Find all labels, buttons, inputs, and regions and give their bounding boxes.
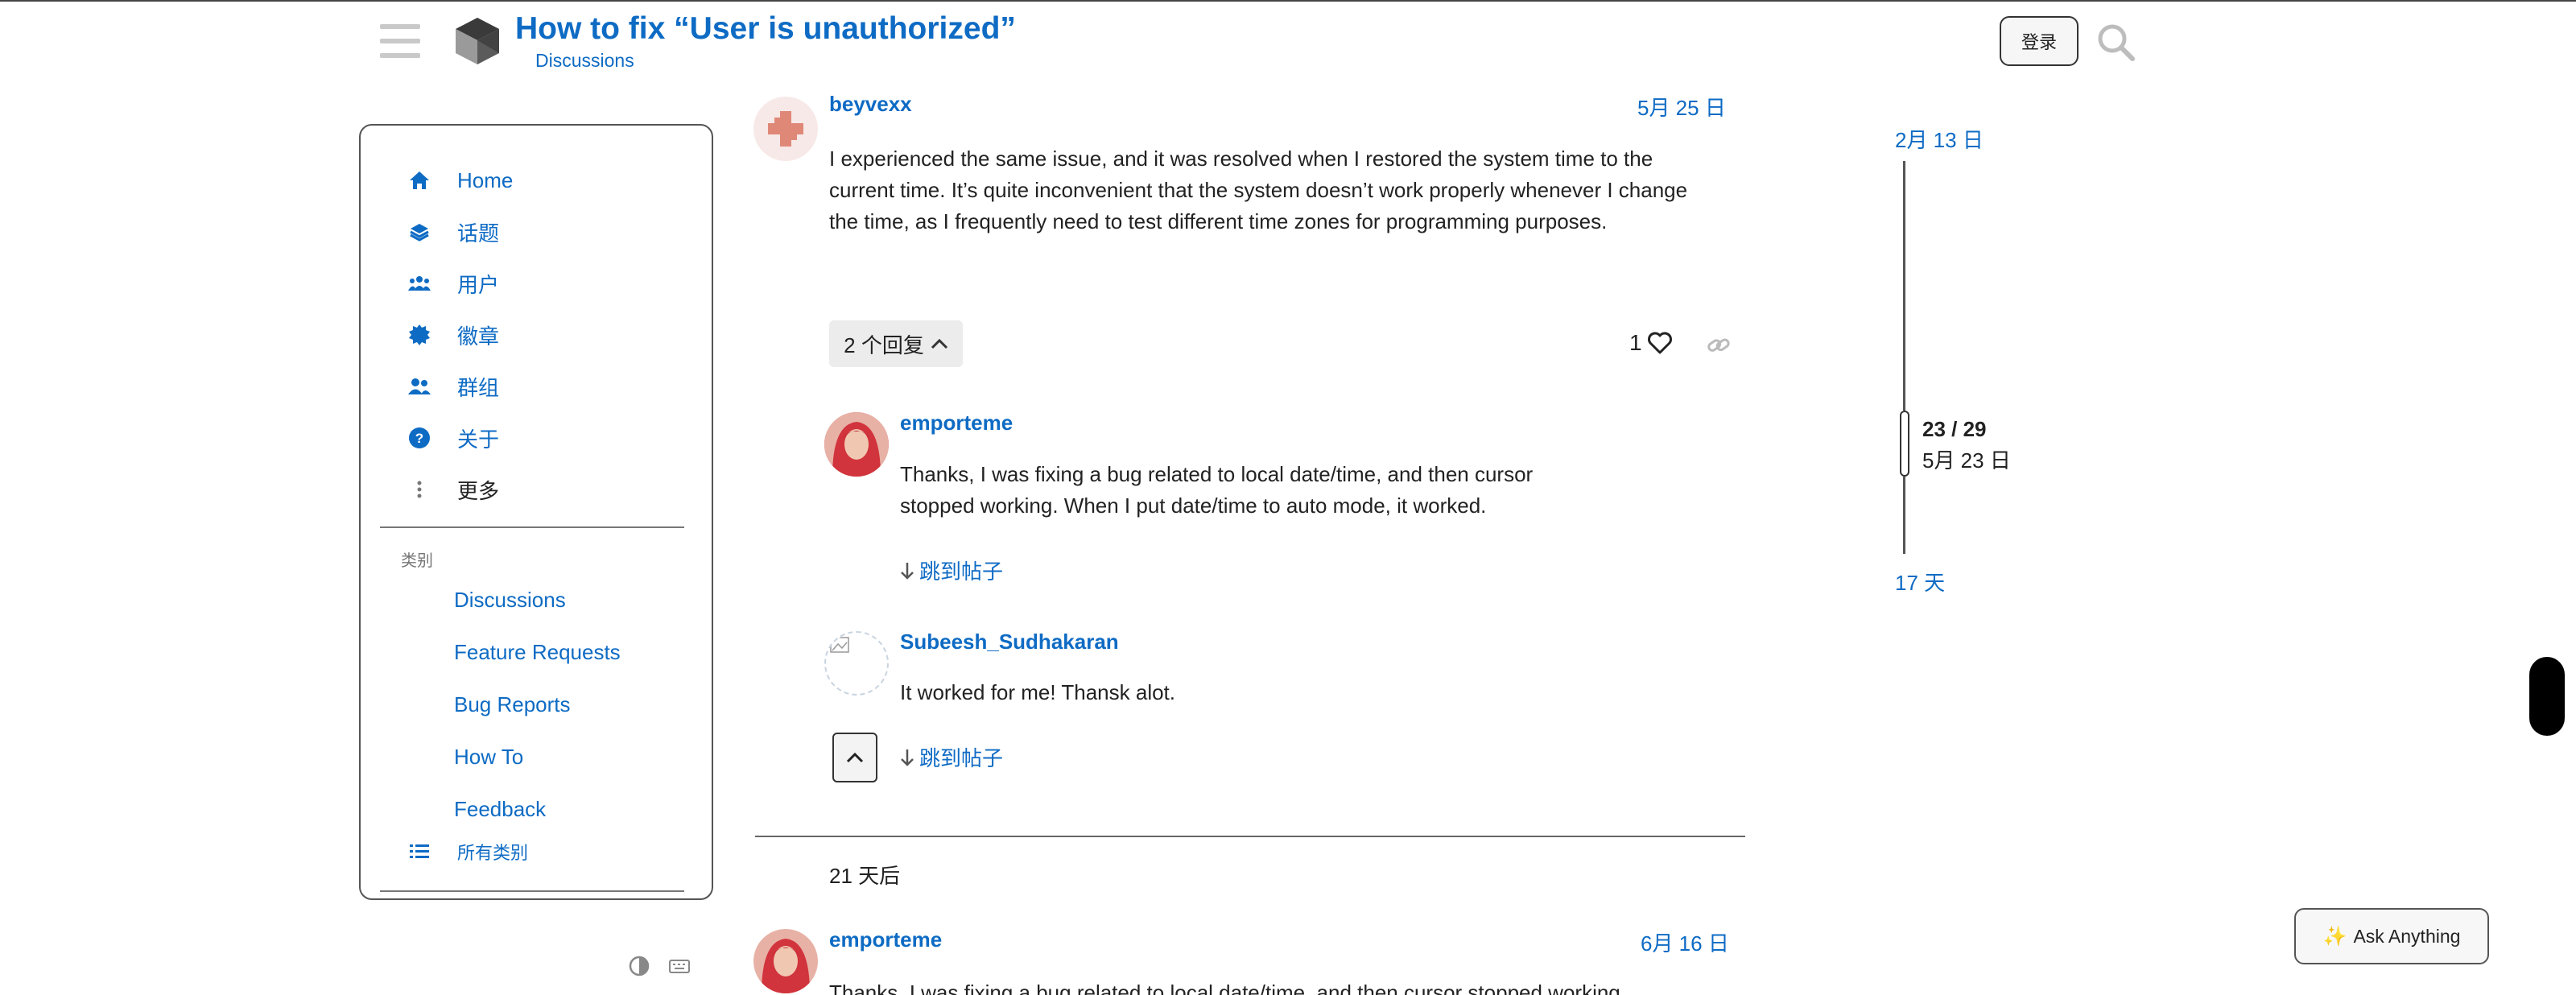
time-gap-divider xyxy=(755,836,1745,837)
timeline-start-date[interactable]: 2月 13 日 xyxy=(1895,124,1984,154)
home-icon xyxy=(407,168,431,192)
sidebar-item-label: 关于 xyxy=(457,427,500,452)
sidebar-item-label: 更多 xyxy=(457,478,500,503)
share-link-icon[interactable] xyxy=(1705,332,1732,359)
list-icon xyxy=(407,840,431,864)
timeline-position: 23 / 29 xyxy=(1922,417,1987,441)
more-vertical-icon xyxy=(407,477,431,502)
reply-body: It worked for me! Thansk alot. xyxy=(900,680,1175,704)
jump-to-post-link[interactable]: 跳到帖子 xyxy=(900,555,1003,585)
ask-anything-button[interactable]: ✨ Ask Anything xyxy=(2294,908,2489,964)
badge-icon xyxy=(407,323,431,347)
scrollbar-thumb[interactable] xyxy=(2529,657,2565,736)
category-discussions[interactable]: Discussions xyxy=(454,588,566,613)
reply-username[interactable]: emporteme xyxy=(900,411,1013,436)
post-body: Thanks, I was fixing a bug related to lo… xyxy=(829,981,1620,995)
time-gap-label: 21 天后 xyxy=(829,864,901,888)
keyboard-shortcuts-icon[interactable] xyxy=(668,955,691,977)
site-logo[interactable] xyxy=(451,14,504,68)
jump-to-post-link[interactable]: 跳到帖子 xyxy=(900,742,1003,772)
avatar[interactable] xyxy=(824,412,889,477)
post-date[interactable]: 6月 16 日 xyxy=(1641,927,1729,957)
post-date[interactable]: 5月 25 日 xyxy=(1637,92,1726,122)
sidebar-item-all-categories[interactable]: 所有类别 xyxy=(407,834,528,869)
jump-label: 跳到帖子 xyxy=(919,746,1004,770)
chevron-up-icon xyxy=(846,752,864,763)
jump-label: 跳到帖子 xyxy=(919,559,1004,584)
sidebar-item-home[interactable]: Home xyxy=(407,163,513,198)
avatar[interactable] xyxy=(824,631,889,696)
timeline-track xyxy=(1903,161,1905,411)
sidebar-item-users[interactable]: 用户 xyxy=(407,266,499,301)
sidebar: Home 话题 用户 徽章 群组 ? 关于 更多 类别 Discussions … xyxy=(359,124,713,900)
avatar[interactable] xyxy=(753,929,818,993)
sidebar-item-label: Home xyxy=(457,167,514,192)
chevron-up-icon xyxy=(931,338,947,349)
timeline-handle[interactable] xyxy=(1900,411,1909,477)
sidebar-item-about[interactable]: ? 关于 xyxy=(407,420,499,456)
sparkle-icon: ✨ xyxy=(2322,925,2347,948)
users-icon xyxy=(407,271,431,295)
sidebar-item-label: 所有类别 xyxy=(457,843,529,863)
reply-username[interactable]: Subeesh_Sudhakaran xyxy=(900,630,1119,654)
sidebar-item-label: 徽章 xyxy=(457,324,500,349)
category-feedback[interactable]: Feedback xyxy=(454,797,546,822)
like-count: 1 xyxy=(1629,330,1642,355)
post-username[interactable]: emporteme xyxy=(829,927,942,952)
sidebar-item-topics[interactable]: 话题 xyxy=(407,214,499,250)
post-username[interactable]: beyvexx xyxy=(829,92,912,117)
sidebar-divider xyxy=(380,526,684,528)
login-button[interactable]: 登录 xyxy=(2000,16,2079,66)
top-border xyxy=(0,0,2576,2)
heart-icon xyxy=(1647,332,1672,354)
sidebar-item-more[interactable]: 更多 xyxy=(407,472,499,507)
sidebar-item-groups[interactable]: 群组 xyxy=(407,369,499,404)
sidebar-item-badges[interactable]: 徽章 xyxy=(407,317,499,353)
reply-body-line-1: Thanks, I was fixing a bug related to lo… xyxy=(900,462,1534,486)
avatar[interactable] xyxy=(753,97,818,161)
arrow-down-icon xyxy=(901,562,914,580)
replies-label: 2 个回复 xyxy=(844,332,924,357)
collapse-up-button[interactable] xyxy=(832,733,877,782)
sidebar-item-label: 用户 xyxy=(457,272,500,297)
search-icon[interactable] xyxy=(2096,23,2136,63)
svg-text:?: ? xyxy=(415,431,423,446)
arrow-down-icon xyxy=(901,749,914,766)
hamburger-menu-icon[interactable] xyxy=(380,24,420,58)
sidebar-item-label: 话题 xyxy=(457,221,500,246)
color-scheme-toggle-icon[interactable] xyxy=(628,955,650,977)
question-icon: ? xyxy=(407,426,431,450)
category-feature-requests[interactable]: Feature Requests xyxy=(454,640,621,665)
timeline-current-date: 5月 23 日 xyxy=(1922,448,2011,473)
title-category-link[interactable]: Discussions xyxy=(535,50,634,72)
category-bug-reports[interactable]: Bug Reports xyxy=(454,692,571,717)
sidebar-divider xyxy=(380,890,684,892)
like-button[interactable]: 1 xyxy=(1629,330,1673,356)
sidebar-item-label: 群组 xyxy=(457,375,500,400)
group-icon xyxy=(407,374,431,398)
timeline-track xyxy=(1903,477,1905,554)
page-title[interactable]: How to fix “User is unauthorized” xyxy=(515,11,1016,47)
timeline-end-label[interactable]: 17 天 xyxy=(1895,567,1945,597)
layers-icon xyxy=(407,220,431,244)
broken-image-icon xyxy=(830,637,849,653)
post-body: I experienced the same issue, and it was… xyxy=(829,147,1688,233)
category-how-to[interactable]: How To xyxy=(454,745,523,770)
reply-body-line-2: stopped working. When I put date/time to… xyxy=(900,493,1487,518)
replies-toggle-button[interactable]: 2 个回复 xyxy=(829,320,963,367)
ask-anything-label: Ask Anything xyxy=(2353,925,2461,947)
categories-section-label: 类别 xyxy=(401,552,433,570)
